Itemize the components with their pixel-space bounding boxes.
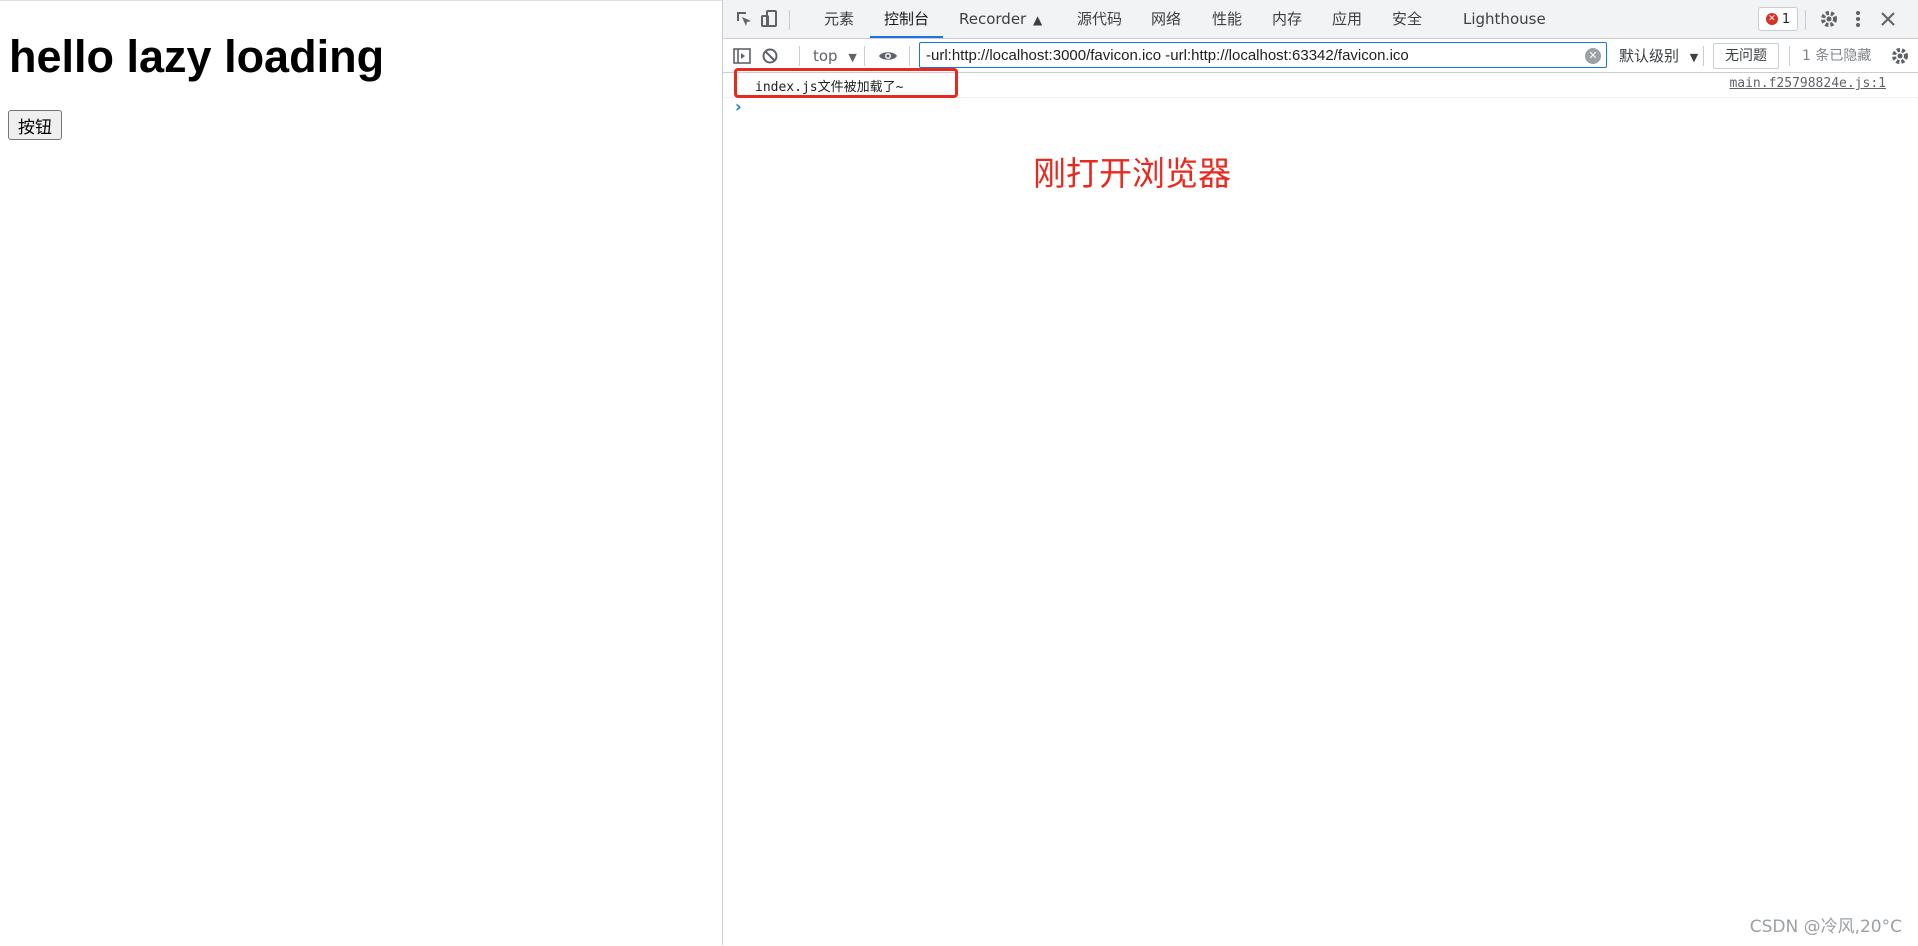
toolbar-divider bbox=[864, 46, 865, 66]
tab-recorder[interactable]: Recorder ▲ bbox=[959, 0, 1042, 38]
toolbar-divider bbox=[1789, 46, 1790, 66]
error-count: 1 bbox=[1781, 11, 1791, 27]
gear-icon[interactable] bbox=[1818, 8, 1840, 30]
error-icon: ✕ bbox=[1765, 13, 1778, 25]
issues-button[interactable]: 无问题 bbox=[1713, 43, 1779, 69]
error-count-badge[interactable]: ✕ 1 bbox=[1758, 7, 1798, 31]
tabbar-divider-right bbox=[1805, 10, 1806, 30]
page-heading: hello lazy loading bbox=[9, 31, 385, 82]
tab-memory[interactable]: 内存 bbox=[1272, 0, 1302, 38]
context-select-value: top bbox=[813, 47, 838, 65]
dropdown-caret-icon: ▼ bbox=[848, 51, 857, 64]
tab-security[interactable]: 安全 bbox=[1392, 0, 1422, 38]
tab-lighthouse[interactable]: Lighthouse bbox=[1463, 0, 1546, 38]
web-page-viewport: hello lazy loading 按钮 bbox=[0, 0, 722, 946]
context-select[interactable]: top ▼ bbox=[813, 45, 857, 67]
console-message-source-link[interactable]: main.f25798824e.js:1 bbox=[1729, 76, 1886, 91]
flask-icon: ▲ bbox=[1033, 13, 1043, 27]
log-level-value: 默认级别 bbox=[1619, 47, 1680, 65]
watermark: CSDN @冷风,20°C bbox=[1749, 917, 1902, 937]
hidden-messages-count: 1 条已隐藏 bbox=[1802, 48, 1872, 64]
close-icon[interactable] bbox=[1877, 8, 1899, 30]
log-level-select[interactable]: 默认级别 ▼ bbox=[1619, 45, 1698, 67]
eye-icon[interactable] bbox=[877, 45, 899, 67]
annotation-text: 刚打开浏览器 bbox=[1033, 154, 1231, 193]
device-toolbar-icon[interactable] bbox=[759, 8, 781, 30]
clear-filter-icon[interactable]: ✕ bbox=[1585, 48, 1601, 64]
tab-sources[interactable]: 源代码 bbox=[1077, 0, 1122, 38]
toolbar-divider bbox=[799, 46, 800, 66]
toolbar-divider bbox=[909, 46, 910, 66]
tab-recorder-label: Recorder bbox=[959, 10, 1027, 28]
tabbar-divider bbox=[789, 10, 790, 30]
tab-application[interactable]: 应用 bbox=[1332, 0, 1362, 38]
more-vertical-icon[interactable] bbox=[1847, 8, 1869, 30]
toolbar-divider bbox=[1703, 46, 1704, 66]
console-settings-icon[interactable] bbox=[1889, 45, 1911, 67]
console-filter-input[interactable] bbox=[919, 42, 1607, 68]
annotation-highlight-box bbox=[734, 68, 958, 98]
tab-performance[interactable]: 性能 bbox=[1212, 0, 1242, 38]
tab-console[interactable]: 控制台 bbox=[869, 0, 944, 38]
sidebar-toggle-icon[interactable] bbox=[731, 45, 753, 67]
dropdown-caret-icon: ▼ bbox=[1689, 51, 1699, 64]
console-output: index.js文件被加载了~ main.f25798824e.js:1 › 刚… bbox=[723, 73, 1918, 945]
tab-elements[interactable]: 元素 bbox=[824, 0, 854, 38]
inspect-icon[interactable] bbox=[733, 8, 755, 30]
devtools-tabbar: 元素 控制台 Recorder ▲ 源代码 网络 性能 内存 应用 安全 Lig… bbox=[723, 0, 1918, 39]
console-prompt[interactable]: › bbox=[735, 97, 742, 116]
clear-console-icon[interactable] bbox=[759, 45, 781, 67]
devtools-panel: 元素 控制台 Recorder ▲ 源代码 网络 性能 内存 应用 安全 Lig… bbox=[722, 0, 1918, 945]
page-button[interactable]: 按钮 bbox=[8, 110, 62, 140]
tab-network[interactable]: 网络 bbox=[1151, 0, 1181, 38]
